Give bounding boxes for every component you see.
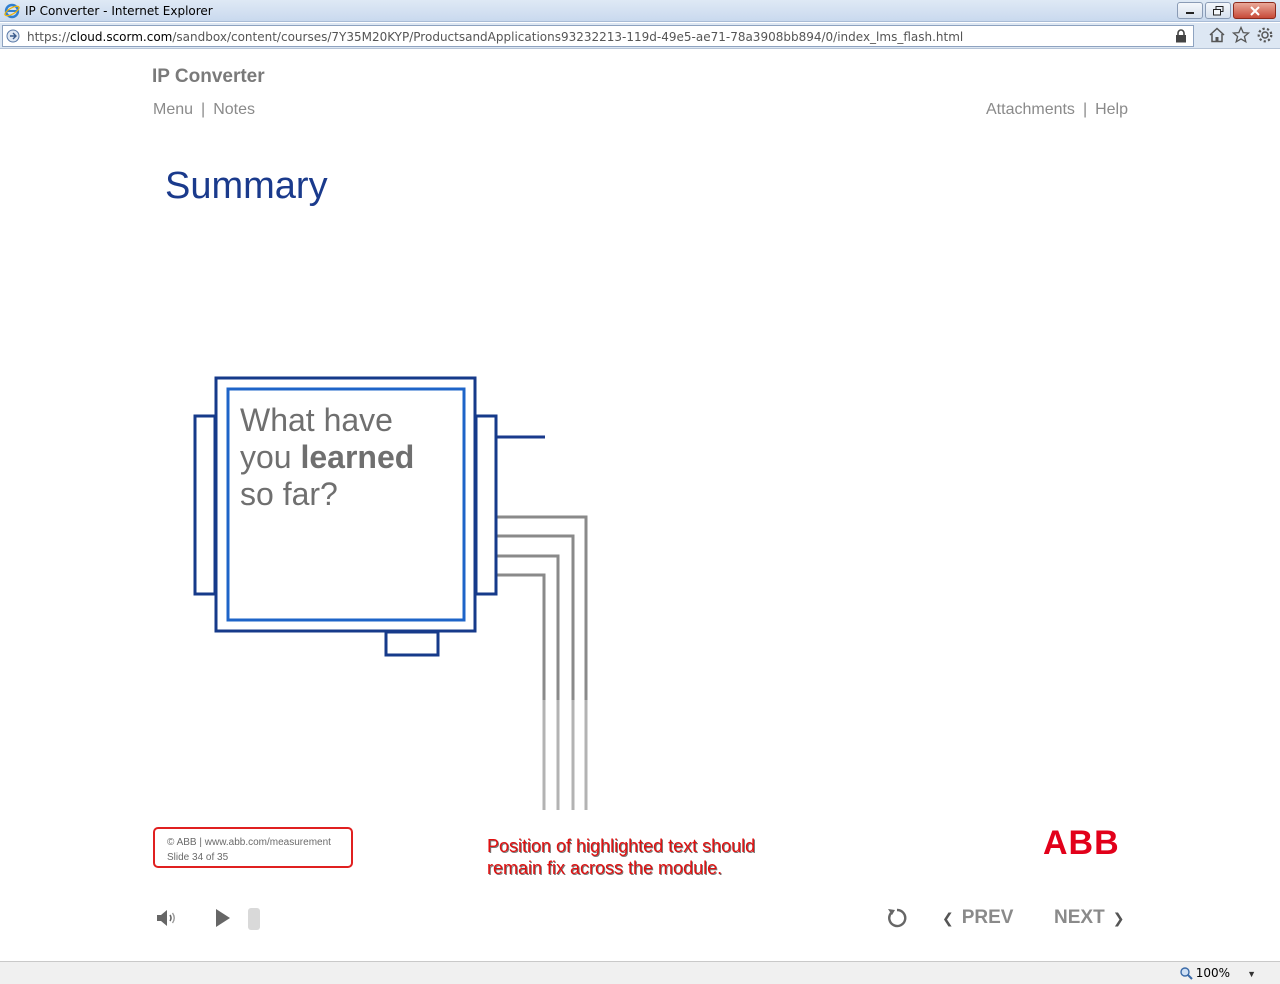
attachments-link[interactable]: Attachments xyxy=(986,101,1075,119)
restore-icon xyxy=(1212,5,1223,15)
menu-link[interactable]: Menu xyxy=(153,101,193,119)
next-label: NEXT xyxy=(1054,907,1105,928)
highlighted-info-box: © ABB | www.abb.com/measurement Slide 34… xyxy=(153,827,353,868)
course-nav-right: Attachments | Help xyxy=(986,101,1128,119)
window-title: IP Converter - Internet Explorer xyxy=(25,4,213,18)
slide-counter: Slide 34 of 35 xyxy=(167,852,229,863)
window-controls xyxy=(1177,2,1276,19)
status-bar: 100% ▼ xyxy=(0,961,1280,984)
chevron-right-icon: ❯ xyxy=(1112,909,1125,926)
playback-progress-handle[interactable] xyxy=(248,908,260,930)
slide-heading: Summary xyxy=(165,165,328,207)
window-title-bar: IP Converter - Internet Explorer xyxy=(0,0,1280,22)
settings-gear-icon[interactable] xyxy=(1256,26,1274,44)
next-button[interactable]: NEXT ❯ xyxy=(1054,907,1124,929)
course-title: IP Converter xyxy=(152,66,265,87)
close-icon xyxy=(1249,5,1260,16)
browser-toolbar: https://cloud.scorm.com/sandbox/content/… xyxy=(0,23,1280,49)
play-icon[interactable] xyxy=(213,907,233,929)
chip-illustration xyxy=(163,292,594,815)
volume-icon[interactable] xyxy=(155,907,177,929)
address-field[interactable]: https://cloud.scorm.com/sandbox/content/… xyxy=(2,25,1194,47)
zoom-level: 100% xyxy=(1195,966,1230,980)
nav-separator: | xyxy=(1082,101,1088,118)
favorites-star-icon[interactable] xyxy=(1232,26,1250,44)
chevron-left-icon: ❮ xyxy=(942,909,954,926)
lock-icon[interactable] xyxy=(1175,29,1187,43)
chip-question-text: What have you learned so far? xyxy=(240,402,415,512)
zoom-magnifier-icon xyxy=(1179,966,1193,980)
site-icon xyxy=(6,29,20,43)
annotation-note: Position of highlighted text should rema… xyxy=(487,836,756,878)
prev-button[interactable]: ❮ PREV xyxy=(942,907,1013,929)
close-button[interactable] xyxy=(1233,2,1276,19)
minimize-icon xyxy=(1186,11,1194,14)
restore-button[interactable] xyxy=(1205,2,1231,19)
minimize-button[interactable] xyxy=(1177,2,1203,19)
toolbar-icons xyxy=(1208,26,1274,44)
url-text: https://cloud.scorm.com/sandbox/content/… xyxy=(27,30,964,44)
help-link[interactable]: Help xyxy=(1095,101,1128,119)
zoom-control[interactable]: 100% xyxy=(1179,966,1230,980)
copyright-text: © ABB | www.abb.com/measurement xyxy=(167,837,331,848)
internet-explorer-icon xyxy=(4,3,20,19)
prev-label: PREV xyxy=(961,907,1014,928)
nav-separator: | xyxy=(201,101,206,118)
notes-link[interactable]: Notes xyxy=(213,101,255,119)
home-icon[interactable] xyxy=(1208,26,1226,44)
zoom-dropdown-icon[interactable]: ▼ xyxy=(1247,969,1256,979)
course-nav-left: Menu | Notes xyxy=(153,101,255,119)
abb-logo: ABB xyxy=(1043,824,1120,862)
replay-icon[interactable] xyxy=(885,906,909,930)
